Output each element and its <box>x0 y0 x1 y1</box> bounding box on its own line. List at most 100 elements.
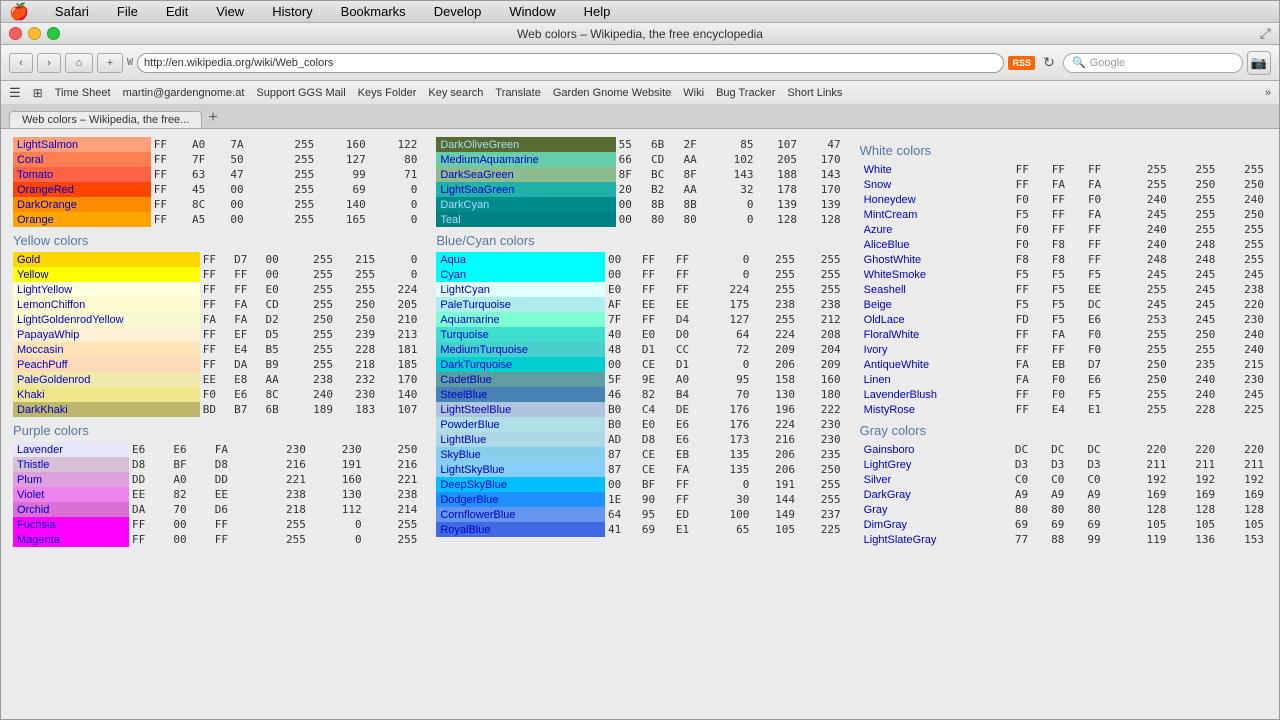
view-menu[interactable]: View <box>210 3 250 20</box>
color-link[interactable]: Aqua <box>440 254 466 266</box>
develop-menu[interactable]: Develop <box>428 3 488 20</box>
color-link[interactable]: CornflowerBlue <box>440 509 515 521</box>
bookmark-keys[interactable]: Keys Folder <box>358 87 417 99</box>
color-link[interactable]: RoyalBlue <box>440 524 490 536</box>
camera-button[interactable]: 📷 <box>1247 51 1271 75</box>
color-link[interactable]: Beige <box>864 299 892 311</box>
back-button[interactable]: ‹ <box>9 53 33 73</box>
safari-menu[interactable]: Safari <box>49 3 95 20</box>
new-tab-button[interactable]: + <box>208 108 217 128</box>
maximize-button[interactable] <box>47 27 60 40</box>
color-link[interactable]: Ivory <box>864 344 888 356</box>
edit-menu[interactable]: Edit <box>160 3 194 20</box>
color-link[interactable]: LavenderBlush <box>864 389 937 401</box>
color-link[interactable]: DarkTurquoise <box>440 359 512 371</box>
color-link[interactable]: AliceBlue <box>864 239 910 251</box>
color-link[interactable]: Gainsboro <box>864 444 915 456</box>
color-link[interactable]: MistyRose <box>864 404 915 416</box>
color-link[interactable]: Yellow <box>17 269 48 281</box>
file-menu[interactable]: File <box>111 3 144 20</box>
bookmark-support[interactable]: Support GGS Mail <box>256 87 345 99</box>
color-link[interactable]: Cyan <box>440 269 466 281</box>
color-link[interactable]: DodgerBlue <box>440 494 498 506</box>
bookmark-gnome[interactable]: Garden Gnome Website <box>553 87 671 99</box>
bookmark-keysearch[interactable]: Key search <box>428 87 483 99</box>
color-link[interactable]: PeachPuff <box>17 359 68 371</box>
color-link[interactable]: LightSalmon <box>17 139 78 151</box>
color-link[interactable]: LightSeaGreen <box>440 184 514 196</box>
help-menu[interactable]: Help <box>578 3 617 20</box>
bookmarks-more[interactable]: » <box>1265 87 1271 99</box>
color-link[interactable]: FloralWhite <box>864 329 920 341</box>
color-link[interactable]: PowderBlue <box>440 419 499 431</box>
color-link[interactable]: Lavender <box>17 444 63 456</box>
color-link[interactable]: DarkGray <box>864 489 911 501</box>
bookmark-short[interactable]: Short Links <box>787 87 842 99</box>
color-link[interactable]: Moccasin <box>17 344 63 356</box>
color-link[interactable]: Khaki <box>17 389 45 401</box>
color-link[interactable]: Seashell <box>864 284 906 296</box>
color-link[interactable]: LightGrey <box>864 459 912 471</box>
color-link[interactable]: DarkKhaki <box>17 404 68 416</box>
color-link[interactable]: PapayaWhip <box>17 329 79 341</box>
color-link[interactable]: MediumAquamarine <box>440 154 538 166</box>
color-link[interactable]: Magenta <box>17 534 60 546</box>
search-bar[interactable]: 🔍 Google <box>1063 53 1243 73</box>
forward-button[interactable]: › <box>37 53 61 73</box>
color-link[interactable]: Teal <box>440 214 460 226</box>
color-link[interactable]: WhiteSmoke <box>864 269 926 281</box>
color-link[interactable]: Aquamarine <box>440 314 499 326</box>
color-link[interactable]: LightSkyBlue <box>440 464 504 476</box>
color-link[interactable]: Gray <box>864 504 888 516</box>
color-link[interactable]: Orange <box>17 214 54 226</box>
color-link[interactable]: OldLace <box>864 314 905 326</box>
color-link[interactable]: DimGray <box>864 519 907 531</box>
color-link[interactable]: Orchid <box>17 504 49 516</box>
color-link[interactable]: PaleGoldenrod <box>17 374 90 386</box>
resize-button[interactable]: ⤢ <box>1260 25 1271 42</box>
address-bar[interactable]: http://en.wikipedia.org/wiki/Web_colors <box>137 53 1004 73</box>
color-link[interactable]: GhostWhite <box>864 254 921 266</box>
close-button[interactable] <box>9 27 22 40</box>
color-link[interactable]: MintCream <box>864 209 918 221</box>
color-link[interactable]: Linen <box>864 374 891 386</box>
color-link[interactable]: LightGoldenrodYellow <box>17 314 124 326</box>
color-link[interactable]: DeepSkyBlue <box>440 479 507 491</box>
color-link[interactable]: Azure <box>864 224 893 236</box>
bookmark-wiki[interactable]: Wiki <box>683 87 704 99</box>
color-link[interactable]: Coral <box>17 154 43 166</box>
color-link[interactable]: LightBlue <box>440 434 486 446</box>
rss-button[interactable]: RSS <box>1008 56 1035 70</box>
bookmark-martin[interactable]: martin@gardengnome.at <box>123 87 245 99</box>
color-link[interactable]: Tomato <box>17 169 53 181</box>
window-menu[interactable]: Window <box>503 3 561 20</box>
home-button[interactable]: ⌂ <box>65 53 93 73</box>
color-link[interactable]: MediumTurquoise <box>440 344 528 356</box>
color-link[interactable]: Thistle <box>17 459 49 471</box>
history-menu[interactable]: History <box>266 3 318 20</box>
color-link[interactable]: DarkCyan <box>440 199 489 211</box>
tab-web-colors[interactable]: Web colors – Wikipedia, the free... <box>9 111 202 128</box>
grid-button[interactable]: ⊞ <box>33 86 43 100</box>
new-tab-button[interactable]: + <box>97 53 123 73</box>
color-link[interactable]: LightSlateGray <box>864 534 937 546</box>
bookmark-translate[interactable]: Translate <box>495 87 540 99</box>
color-link[interactable]: LemonChiffon <box>17 299 85 311</box>
color-link[interactable]: Turquoise <box>440 329 489 341</box>
sidebar-button[interactable]: ☰ <box>9 85 21 101</box>
color-link[interactable]: SteelBlue <box>440 389 487 401</box>
color-link[interactable]: Silver <box>864 474 892 486</box>
color-link[interactable]: Gold <box>17 254 40 266</box>
color-link[interactable]: Snow <box>864 179 892 191</box>
color-link[interactable]: Fuchsia <box>17 519 56 531</box>
minimize-button[interactable] <box>28 27 41 40</box>
apple-menu[interactable]: 🍎 <box>9 2 29 22</box>
color-link[interactable]: OrangeRed <box>17 184 74 196</box>
color-link[interactable]: LightCyan <box>440 284 490 296</box>
color-link[interactable]: DarkOliveGreen <box>440 139 519 151</box>
bookmark-bug[interactable]: Bug Tracker <box>716 87 775 99</box>
color-link[interactable]: Honeydew <box>864 194 916 206</box>
color-link[interactable]: PaleTurquoise <box>440 299 511 311</box>
color-link[interactable]: White <box>864 164 892 176</box>
color-link[interactable]: DarkOrange <box>17 199 77 211</box>
